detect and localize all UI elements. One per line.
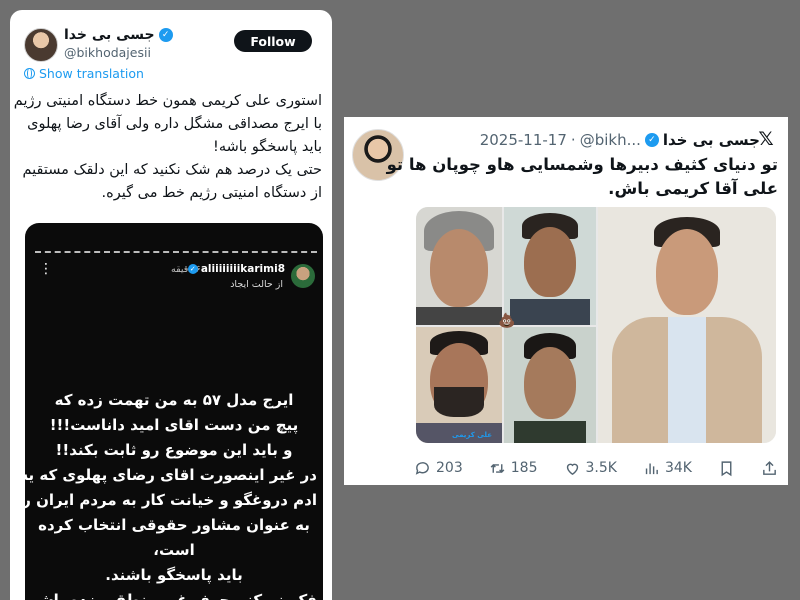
tweet-text-line: از دستگاه امنیتی رژیم خط می گیره. <box>101 185 322 201</box>
story-username-row: ✓ aliiiiiiiikarimi8 <box>187 263 285 275</box>
story-screenshot-image[interactable]: ⋮ ۶۰ دقیقه ✓ aliiiiiiiikarimi8 از حالت ا… <box>25 223 323 600</box>
story-text-line: به عنوان مشاور حقوقی انتخاب کرده <box>38 516 310 534</box>
author-name[interactable]: جسی بی خدا <box>64 27 155 43</box>
image-caption: علی کریمی <box>452 431 492 439</box>
tweet-text-line: باید پاسخگو باشه! <box>213 139 322 155</box>
collage-photo <box>416 207 502 325</box>
story-text-line: در غیر اینصورت اقای رضای پهلوی که یه <box>25 466 317 484</box>
verified-badge-icon: ✓ <box>187 264 198 274</box>
show-translation-label: Show translation <box>39 66 144 81</box>
story-text-line: پیچ من دست اقای امید داناست!!! <box>49 416 299 434</box>
story-avatar <box>291 264 315 288</box>
collage-photo <box>504 207 596 325</box>
globe-icon <box>24 68 35 79</box>
tweet-image-collage[interactable]: 💩 علی کریمی <box>416 207 776 443</box>
story-text-line: فکر نمیکنم حرف غیر منطقی زده باشم!! <box>25 591 317 600</box>
reply-button[interactable]: 203 <box>414 460 463 477</box>
tweet-text: استوری علی کریمی همون خط دستگاه امنیتی ر… <box>13 90 322 205</box>
collage-photo-main <box>598 207 776 443</box>
verified-badge-icon: ✓ <box>644 133 659 147</box>
tweet-date[interactable]: 2025-11-17 <box>480 131 567 149</box>
story-username: aliiiiiiiikarimi8 <box>200 263 285 275</box>
like-button[interactable]: 3.5K <box>564 460 617 477</box>
author-name[interactable]: جسی بی خدا <box>663 131 760 149</box>
like-count: 3.5K <box>585 460 617 476</box>
tweet-text-line: حتی یک درصد هم شک نکنید که این دلقک مستق… <box>22 162 322 178</box>
author-handle[interactable]: @bikhodajesii <box>64 45 151 60</box>
poop-emoji-icon: 💩 <box>498 313 516 329</box>
view-count: 34K <box>664 460 692 476</box>
share-button[interactable] <box>761 460 778 477</box>
right-tweet-card: 2025-11-17 · @bikh... ✓ جسی بی خدا 𝕏 تو … <box>344 117 788 485</box>
repost-icon <box>490 463 505 473</box>
story-text: ایرج مدل ۵۷ به من تهمت زده که پیچ من دست… <box>25 388 317 600</box>
author-name-row[interactable]: ✓ جسی بی خدا <box>64 27 173 43</box>
heart-icon <box>566 463 578 475</box>
tweet-text-line: علی آقا کریمی باش. <box>608 179 778 198</box>
tweet-text-line: استوری علی کریمی همون خط دستگاه امنیتی ر… <box>13 93 322 109</box>
more-options-icon: ⋮ <box>39 261 53 277</box>
repost-count: 185 <box>510 460 538 476</box>
tweet-text-line: تو دنیای کثیف دبیرها وشمسایی هاو چوپان ه… <box>386 155 778 174</box>
tweet-text-line: با ایرج مصداقی مشگل داره ولی آقای رضا په… <box>27 116 322 132</box>
views-button[interactable]: 34K <box>643 460 692 477</box>
x-logo-icon[interactable]: 𝕏 <box>756 129 776 149</box>
left-tweet-card: ✓ جسی بی خدا @bikhodajesii Follow Show t… <box>10 10 332 600</box>
tweet-header: 2025-11-17 · @bikh... ✓ جسی بی خدا <box>410 129 760 151</box>
story-text-line: باید پاسخگو باشند. <box>105 566 243 584</box>
author-handle[interactable]: @bikh... <box>580 131 641 149</box>
tweet-text: تو دنیای کثیف دبیرها وشمسایی هاو چوپان ه… <box>386 153 778 201</box>
story-text-line: است، <box>153 541 195 559</box>
verified-badge-icon: ✓ <box>158 28 173 42</box>
repost-button[interactable]: 185 <box>489 460 538 477</box>
follow-button[interactable]: Follow <box>234 30 312 52</box>
story-subtitle: از حالت ایجاد <box>230 279 283 290</box>
story-text-line: و باید این موضوع رو ثابت بکند!! <box>55 441 293 459</box>
collage-photo <box>416 327 502 443</box>
bookmark-button[interactable] <box>718 460 735 477</box>
reply-count: 203 <box>436 460 463 476</box>
author-avatar[interactable] <box>24 28 58 62</box>
story-progress-bar <box>35 251 317 253</box>
story-text-line: ادم دروغگو و خیانت کار به مردم ایران را <box>25 491 317 509</box>
share-icon <box>763 460 776 475</box>
header-separator: · <box>570 131 576 149</box>
tweet-action-bar: 203 185 3.5K 34K <box>414 457 778 479</box>
views-chart-icon <box>645 463 658 474</box>
show-translation-link[interactable]: Show translation <box>24 66 144 81</box>
bookmark-icon <box>721 460 732 476</box>
collage-photo <box>504 327 596 443</box>
story-text-line: ایرج مدل ۵۷ به من تهمت زده که <box>54 391 294 409</box>
reply-icon <box>415 461 429 475</box>
